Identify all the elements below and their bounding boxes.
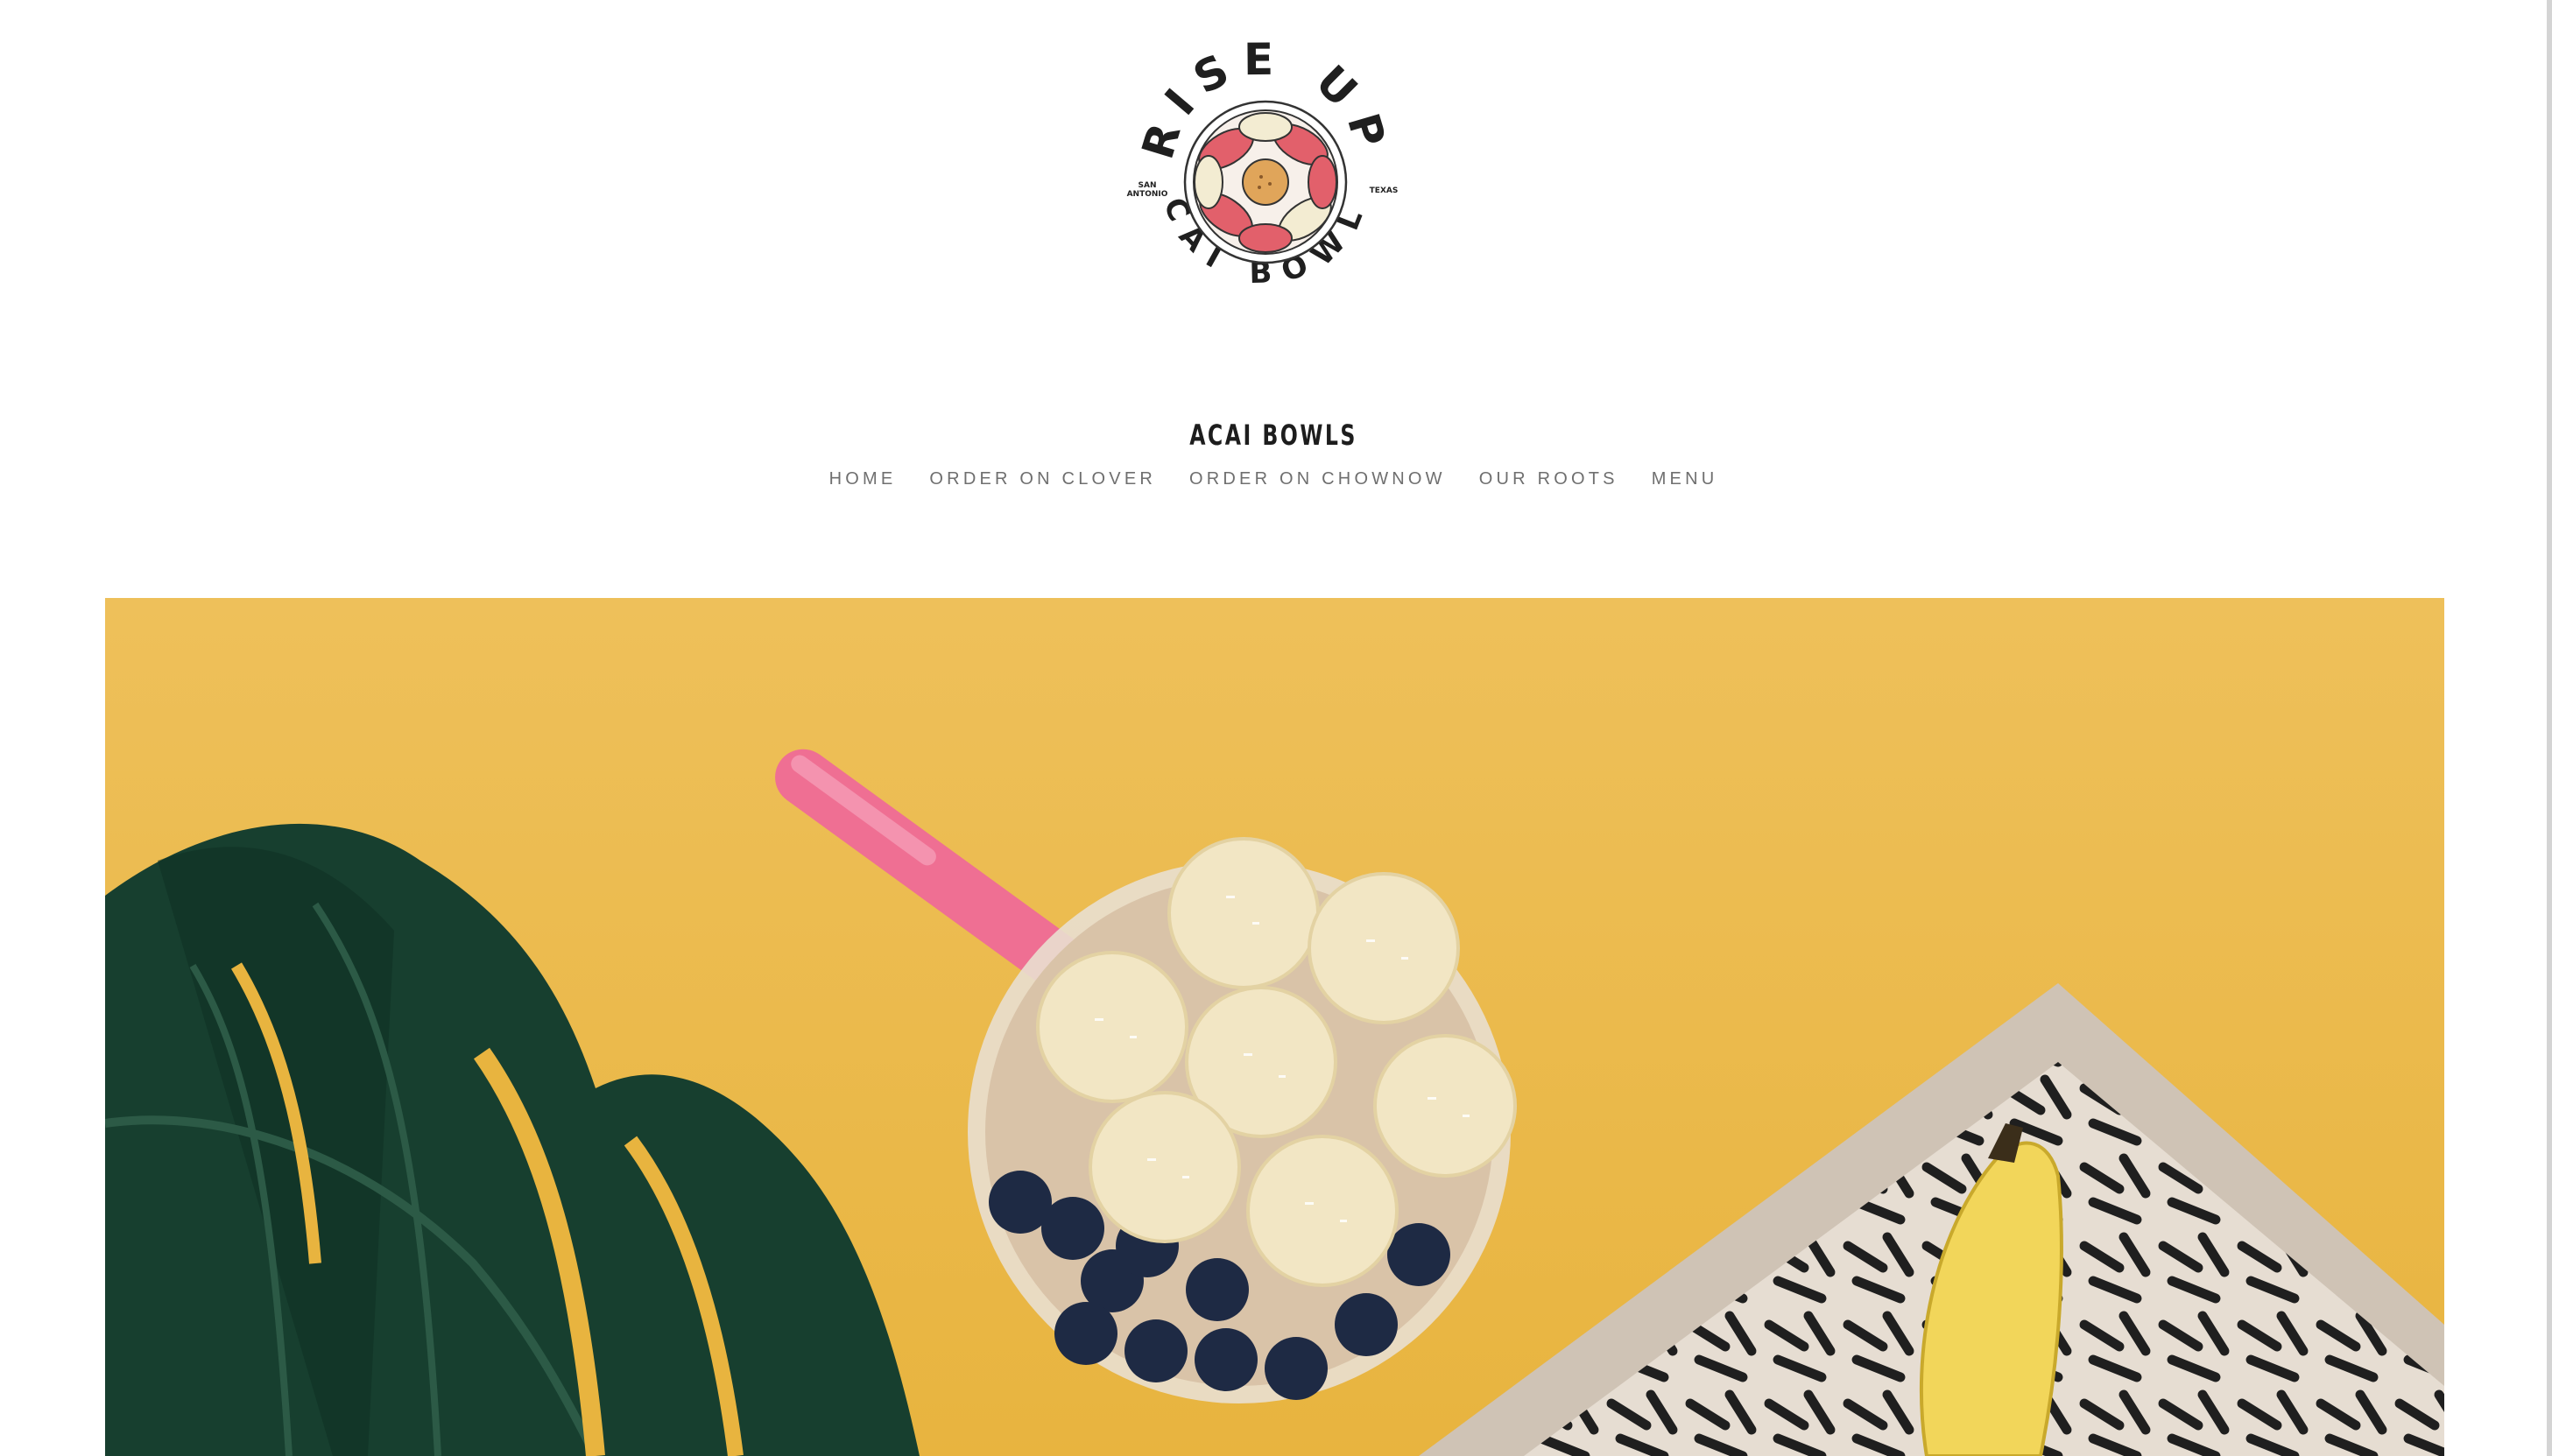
nav-home[interactable]: HOME — [829, 469, 897, 489]
page-scrollbar[interactable] — [2547, 0, 2552, 1456]
scrollbar-thumb[interactable] — [2547, 0, 2552, 1456]
logo-left-text-1: SAN — [1139, 181, 1157, 190]
hero-image — [105, 598, 2444, 1456]
logo-right-text: TEXAS — [1370, 186, 1399, 195]
logo-left-text-2: ANTONIO — [1127, 190, 1168, 199]
nav-our-roots[interactable]: OUR ROOTS — [1479, 469, 1618, 489]
site-logo-link[interactable]: RISE UP ACAI BOWLS SAN ANTONIO TEXAS — [1121, 35, 1410, 324]
main-nav: HOME ORDER ON CLOVER ORDER ON CHOWNOW OU… — [0, 469, 2547, 489]
site-title[interactable]: ACAI BOWLS — [229, 419, 2318, 452]
nav-order-on-clover[interactable]: ORDER ON CLOVER — [929, 469, 1156, 489]
nav-menu[interactable]: MENU — [1652, 469, 1718, 489]
rise-up-logo: RISE UP ACAI BOWLS SAN ANTONIO TEXAS — [1121, 35, 1399, 291]
nav-order-on-chownow[interactable]: ORDER ON CHOWNOW — [1189, 469, 1446, 489]
logo-bowl-illustration — [1183, 100, 1348, 264]
